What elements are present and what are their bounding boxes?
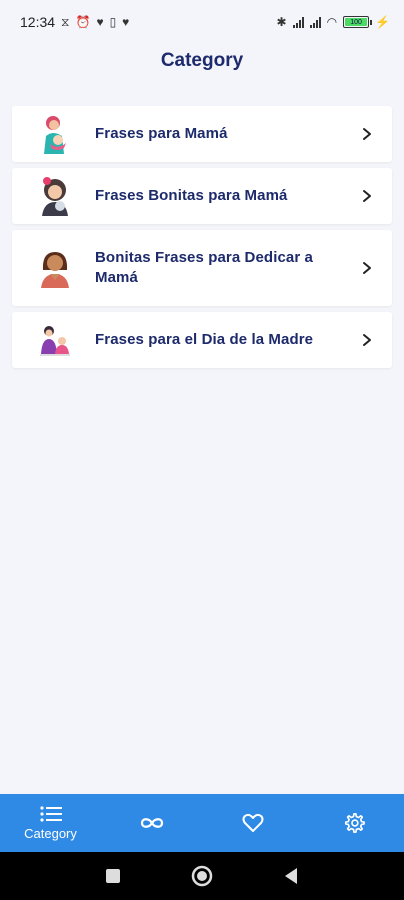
category-item-bonitas-frases-para-dedicar[interactable]: Bonitas Frases para Dedicar a Mamá [12, 230, 392, 306]
chevron-right-icon [363, 190, 371, 202]
category-label: Frases para el Dia de la Madre [95, 331, 314, 348]
mother-child-icon [40, 326, 70, 356]
nav-category[interactable]: Category [1, 794, 101, 852]
category-item-frases-dia-de-la-madre[interactable]: Frases para el Dia de la Madre [12, 312, 392, 368]
category-list: Frases para Mamá Frases Bonitas para Mam… [12, 106, 392, 374]
status-time: 12:34 [20, 14, 56, 30]
nav-category-label: Category [24, 826, 77, 841]
battery-level: 100 [345, 18, 368, 26]
back-button[interactable] [283, 867, 299, 885]
category-item-frases-bonitas-para-mama[interactable]: Frases Bonitas para Mamá [12, 168, 392, 224]
gear-icon [344, 813, 365, 833]
battery-icon: 100 [343, 16, 373, 28]
status-bar: 12:34 ⧖ ⏰ ♥ ▯ ♥ ✱ ◠ 100 ⚡ [0, 0, 404, 44]
category-label: Frases Bonitas para Mamá [95, 187, 288, 204]
category-label: Bonitas Frases para Dedicar a Mamá [95, 249, 313, 286]
bluetooth-icon: ✱ [276, 15, 287, 29]
recents-button[interactable] [105, 868, 121, 884]
app-notification-icon: ♥ [96, 15, 104, 29]
page-title: Category [160, 50, 244, 71]
category-label: Frases para Mamá [95, 125, 228, 142]
heart-icon [242, 813, 263, 832]
nav-favorites[interactable] [203, 794, 303, 852]
chevron-right-icon [363, 128, 371, 140]
mother-baby-icon [44, 116, 66, 154]
wifi-icon: ◠ [326, 15, 338, 29]
charging-icon: ⚡ [375, 15, 390, 29]
signal-icon [292, 16, 304, 28]
list-icon [39, 806, 62, 822]
nav-infinity[interactable] [102, 794, 202, 852]
app-notification-icon-2: ♥ [122, 15, 130, 29]
home-button[interactable] [191, 865, 213, 887]
nav-settings[interactable] [304, 794, 404, 852]
chevron-right-icon [363, 262, 371, 274]
mother-daughter-icon [42, 177, 68, 216]
system-navigation-bar [0, 852, 404, 900]
woman-avatar-icon [41, 252, 69, 288]
infinity-icon [140, 818, 163, 828]
chevron-right-icon [363, 334, 371, 346]
sim-icon: ▯ [109, 15, 117, 29]
category-item-frases-para-mama[interactable]: Frases para Mamá [12, 106, 392, 162]
signal-icon-2 [309, 16, 321, 28]
alarm-icon: ⏰ [75, 15, 91, 29]
notification-icon: ⧖ [61, 15, 70, 29]
bottom-navigation: Category [0, 794, 404, 852]
